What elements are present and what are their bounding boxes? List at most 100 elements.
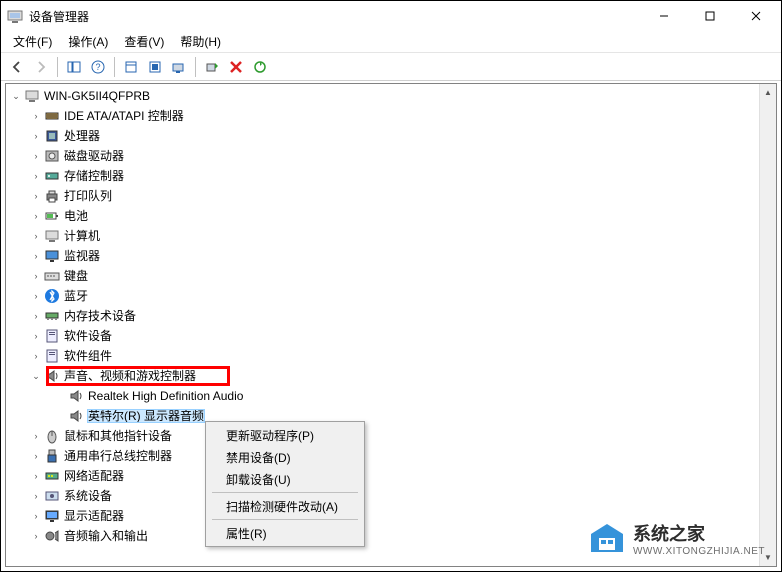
node-label: 显示适配器: [64, 510, 124, 522]
menu-action[interactable]: 操作(A): [60, 31, 116, 52]
node-label: 磁盘驱动器: [64, 150, 124, 162]
scan-hardware-button[interactable]: [168, 56, 190, 78]
close-button[interactable]: [733, 1, 779, 31]
node-label: 计算机: [64, 230, 100, 242]
expand-icon[interactable]: ›: [30, 490, 42, 502]
expand-icon[interactable]: ›: [30, 230, 42, 242]
tree-root[interactable]: ⌄ WIN-GK5II4QFPRB: [6, 86, 776, 106]
ctx-update-driver[interactable]: 更新驱动程序(P): [208, 424, 362, 446]
toolbar: ?: [1, 53, 781, 81]
node-label: 处理器: [64, 130, 100, 142]
tree-item-sound[interactable]: ⌄ 声音、视频和游戏控制器: [6, 366, 776, 386]
tree-item-bluetooth[interactable]: › 蓝牙: [6, 286, 776, 306]
node-label: 电池: [64, 210, 88, 222]
maximize-button[interactable]: [687, 1, 733, 31]
expand-icon[interactable]: ›: [30, 530, 42, 542]
ram-icon: [44, 308, 60, 324]
tree-item-printq[interactable]: › 打印队列: [6, 186, 776, 206]
properties-button[interactable]: [120, 56, 142, 78]
expand-icon[interactable]: ›: [30, 290, 42, 302]
expand-icon[interactable]: ›: [30, 310, 42, 322]
uninstall-device-button[interactable]: [225, 56, 247, 78]
expand-icon[interactable]: ›: [30, 210, 42, 222]
tree-item-battery[interactable]: › 电池: [6, 206, 776, 226]
back-button[interactable]: [6, 56, 28, 78]
node-label: 音频输入和输出: [64, 530, 148, 542]
menu-file[interactable]: 文件(F): [5, 31, 60, 52]
expand-icon[interactable]: ›: [30, 170, 42, 182]
minimize-button[interactable]: [641, 1, 687, 31]
expand-icon[interactable]: ›: [30, 450, 42, 462]
net-icon: [44, 468, 60, 484]
tree-item-usb[interactable]: › 通用串行总线控制器: [6, 446, 776, 466]
node-label: 声音、视频和游戏控制器: [64, 370, 196, 382]
device-manager-icon: [7, 8, 23, 24]
tree-item-ram[interactable]: › 内存技术设备: [6, 306, 776, 326]
sw-icon: [44, 328, 60, 344]
sw-icon: [44, 348, 60, 364]
tree-item-swcomp[interactable]: › 软件组件: [6, 346, 776, 366]
node-label: 监视器: [64, 250, 100, 262]
node-label: 键盘: [64, 270, 88, 282]
tree-item-audioio[interactable]: › 音频输入和输出: [6, 526, 776, 546]
expand-icon[interactable]: ›: [30, 150, 42, 162]
expand-icon[interactable]: ›: [30, 470, 42, 482]
ctx-disable-device[interactable]: 禁用设备(D): [208, 446, 362, 468]
tree-item-diskdrive[interactable]: › 磁盘驱动器: [6, 146, 776, 166]
ctx-properties[interactable]: 属性(R): [208, 522, 362, 544]
tree-item-ide[interactable]: › IDE ATA/ATAPI 控制器: [6, 106, 776, 126]
enable-device-button[interactable]: [201, 56, 223, 78]
battery-icon: [44, 208, 60, 224]
expand-icon[interactable]: ›: [30, 430, 42, 442]
tree-item-display[interactable]: › 显示适配器: [6, 506, 776, 526]
node-label: WIN-GK5II4QFPRB: [44, 90, 150, 102]
ctx-uninstall-device[interactable]: 卸载设备(U): [208, 468, 362, 490]
context-menu: 更新驱动程序(P) 禁用设备(D) 卸载设备(U) 扫描检测硬件改动(A) 属性…: [205, 421, 365, 547]
ctx-scan-hardware[interactable]: 扫描检测硬件改动(A): [208, 495, 362, 517]
tree-item-system[interactable]: › 系统设备: [6, 486, 776, 506]
update-drivers-button[interactable]: [144, 56, 166, 78]
expand-icon[interactable]: ›: [30, 510, 42, 522]
node-label: 鼠标和其他指针设备: [64, 430, 172, 442]
scan-for-changes-button[interactable]: [249, 56, 271, 78]
disk-icon: [44, 148, 60, 164]
tree-item-storage[interactable]: › 存储控制器: [6, 166, 776, 186]
expand-icon[interactable]: ›: [30, 250, 42, 262]
tree-item-intel-display-audio[interactable]: 英特尔(R) 显示器音频: [6, 406, 776, 426]
node-label: 通用串行总线控制器: [64, 450, 172, 462]
expand-icon: [54, 410, 66, 422]
help-button[interactable]: ?: [87, 56, 109, 78]
chip-icon: [44, 128, 60, 144]
expand-icon: [54, 390, 66, 402]
expand-icon[interactable]: ›: [30, 330, 42, 342]
expand-icon[interactable]: ›: [30, 130, 42, 142]
expand-icon[interactable]: ›: [30, 270, 42, 282]
tree-item-cpu[interactable]: › 处理器: [6, 126, 776, 146]
sound-icon: [68, 388, 84, 404]
tree-item-swdev[interactable]: › 软件设备: [6, 326, 776, 346]
expand-icon[interactable]: ›: [30, 190, 42, 202]
menu-bar: 文件(F) 操作(A) 查看(V) 帮助(H): [1, 31, 781, 53]
tree-item-monitor[interactable]: › 监视器: [6, 246, 776, 266]
menu-view[interactable]: 查看(V): [116, 31, 172, 52]
expand-icon[interactable]: ⌄: [10, 90, 22, 102]
node-label: Realtek High Definition Audio: [88, 390, 243, 402]
monitor-icon: [44, 248, 60, 264]
tree-item-network[interactable]: › 网络适配器: [6, 466, 776, 486]
tree-item-realtek-audio[interactable]: Realtek High Definition Audio: [6, 386, 776, 406]
tree-item-mouse[interactable]: › 鼠标和其他指针设备: [6, 426, 776, 446]
show-hide-tree-button[interactable]: [63, 56, 85, 78]
node-label: IDE ATA/ATAPI 控制器: [64, 110, 184, 122]
tree-item-computer[interactable]: › 计算机: [6, 226, 776, 246]
menu-help[interactable]: 帮助(H): [172, 31, 229, 52]
bluetooth-icon: [44, 288, 60, 304]
expand-icon[interactable]: ⌄: [30, 370, 42, 382]
expand-icon[interactable]: ›: [30, 350, 42, 362]
forward-button[interactable]: [30, 56, 52, 78]
tree-item-keyboard[interactable]: › 键盘: [6, 266, 776, 286]
audioio-icon: [44, 528, 60, 544]
display-icon: [44, 508, 60, 524]
node-label: 蓝牙: [64, 290, 88, 302]
expand-icon[interactable]: ›: [30, 110, 42, 122]
vertical-scrollbar[interactable]: ▲ ▼: [759, 84, 776, 566]
